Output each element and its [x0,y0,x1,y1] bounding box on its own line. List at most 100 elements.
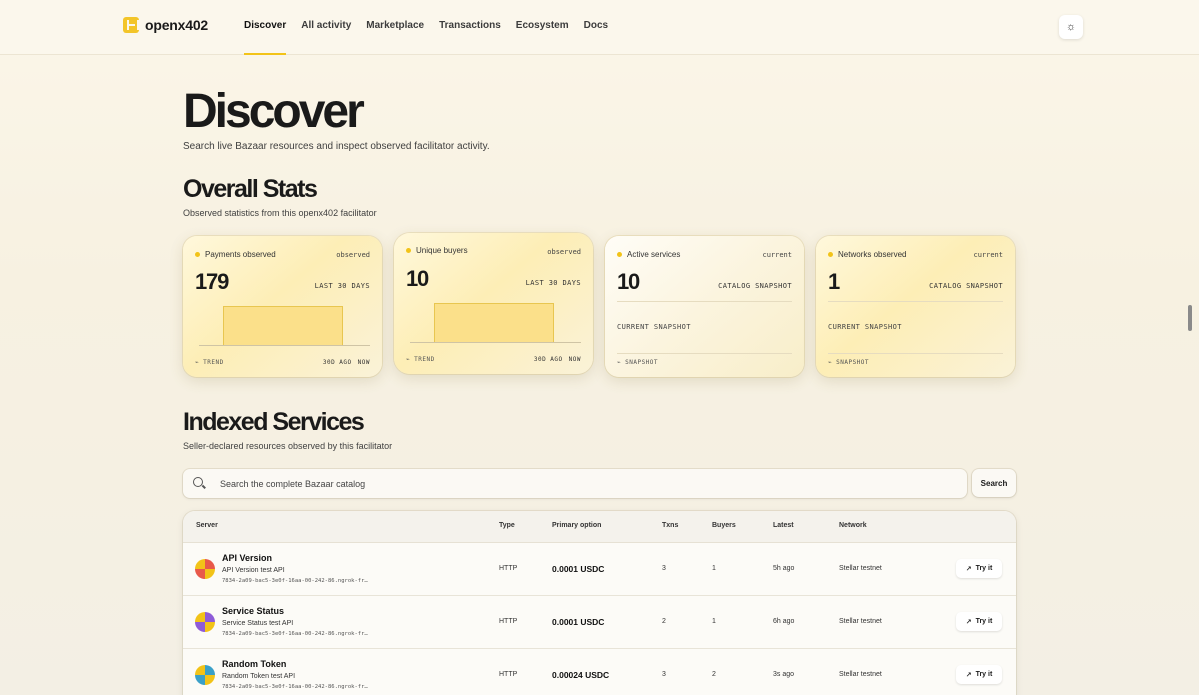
nav-all-activity[interactable]: All activity [301,0,351,55]
service-latest: 6h ago [773,618,795,625]
try-it-button[interactable]: ↗ Try it [956,665,1002,684]
nav-discover[interactable]: Discover [244,0,287,55]
nav-marketplace[interactable]: Marketplace [366,0,424,55]
service-buyers: 1 [712,565,716,572]
stat-value: 10 [406,266,429,291]
arrow-up-right-icon: ↗ [965,618,972,626]
try-it-button[interactable]: ↗ Try it [956,612,1002,631]
trend-bar [223,306,343,346]
col-server[interactable]: Server [196,522,218,529]
service-txns: 2 [662,618,666,625]
service-url: 7834-2a09-bac5-3e0f-16aa-00-242-86.ngrok… [222,631,368,637]
try-it-button[interactable]: ↗ Try it [956,559,1002,578]
service-type: HTTP [499,671,518,678]
snapshot-label: CURRENT SNAPSHOT [617,323,691,331]
service-name[interactable]: Service Status [222,606,284,616]
stat-foot-label: TREND [414,356,435,363]
table-row[interactable]: Service Status Service Status test API 7… [183,596,1016,649]
stat-label: Networks observed [838,250,907,259]
service-type: HTTP [499,618,518,625]
service-description: Service Status test API [222,620,294,627]
stat-period: LAST 30 DAYS [314,282,370,290]
table-header: Server Type Primary option Txns Buyers L… [183,511,1016,543]
stat-card-active-services: Active services current 10 CATALOG SNAPS… [605,236,804,377]
trend-icon: ⌁ [828,359,833,366]
stat-value: 179 [195,269,229,294]
page-scrollbar[interactable] [1188,305,1192,331]
trend-icon: ⌁ [406,356,411,363]
brand-logo[interactable]: openx402 [123,17,208,33]
card-divider [617,301,792,302]
service-buyers: 1 [712,618,716,625]
service-avatar [195,612,215,632]
col-primary-option[interactable]: Primary option [552,522,601,529]
main-nav: Discover All activity Marketplace Transa… [244,0,608,55]
col-type[interactable]: Type [499,522,515,529]
stat-label: Payments observed [205,250,276,259]
stat-period: LAST 30 DAYS [525,279,581,287]
service-network: Stellar testnet [839,565,882,572]
snapshot-label: CURRENT SNAPSHOT [828,323,902,331]
catalog-search-input[interactable] [220,469,950,498]
col-buyers[interactable]: Buyers [712,522,736,529]
services-heading: Indexed Services [183,408,365,436]
top-nav-bar: openx402 Discover All activity Marketpla… [0,0,1199,55]
trend-end-label: NOW [568,356,581,363]
theme-toggle-button[interactable]: ☼ [1059,15,1083,39]
service-type: HTTP [499,565,518,572]
catalog-search-box [183,469,967,498]
logo-icon [123,17,139,33]
stats-subtitle: Observed statistics from this openx402 f… [183,208,377,218]
arrow-up-right-icon: ↗ [965,671,972,679]
status-dot-icon [406,248,411,253]
col-latest[interactable]: Latest [773,522,794,529]
nav-ecosystem[interactable]: Ecosystem [516,0,569,55]
service-latest: 3s ago [773,671,795,678]
service-url: 7834-2a09-bac5-3e0f-16aa-00-242-86.ngrok… [222,684,368,690]
table-row[interactable]: Random Token Random Token test API 7834-… [183,649,1016,695]
stat-tag: current [973,251,1003,259]
service-buyers: 2 [712,671,716,678]
service-avatar [195,665,215,685]
col-network[interactable]: Network [839,522,867,529]
search-button[interactable]: Search [972,469,1016,497]
service-description: Random Token test API [222,673,296,680]
try-it-label: Try it [975,618,993,625]
stat-value: 10 [617,269,640,294]
card-divider [828,301,1003,302]
stat-foot-label: SNAPSHOT [625,359,659,366]
service-txns: 3 [662,671,666,678]
stat-card-payments: Payments observed observed 179 LAST 30 D… [183,236,382,377]
stat-period: CATALOG SNAPSHOT [929,282,1003,290]
col-txns[interactable]: Txns [662,522,678,529]
stat-card-buyers: Unique buyers observed 10 LAST 30 DAYS ⌁… [394,233,593,374]
arrow-up-right-icon: ↗ [965,565,972,573]
service-price: 0.0001 USDC [552,617,605,627]
sun-icon: ☼ [1065,21,1077,33]
service-avatar [195,559,215,579]
service-network: Stellar testnet [839,671,882,678]
brand-name: openx402 [145,17,208,33]
trend-start-label: 30D AGO [322,359,352,366]
service-description: API Version test API [222,567,285,574]
trend-icon: ⌁ [195,359,200,366]
services-subtitle: Seller-declared resources observed by th… [183,441,393,451]
trend-baseline [199,345,370,346]
trend-icon: ⌁ [617,359,622,366]
status-dot-icon [828,252,833,257]
stat-label: Active services [627,250,681,259]
nav-docs[interactable]: Docs [584,0,608,55]
service-name[interactable]: Random Token [222,659,286,669]
table-row[interactable]: API Version API Version test API 7834-2a… [183,543,1016,596]
service-price: 0.00024 USDC [552,670,610,680]
service-latest: 5h ago [773,565,795,572]
stat-tag: observed [547,248,581,256]
stat-foot-label: SNAPSHOT [836,359,870,366]
service-name[interactable]: API Version [222,553,272,563]
try-it-label: Try it [975,671,993,678]
service-url: 7834-2a09-bac5-3e0f-16aa-00-242-86.ngrok… [222,578,368,584]
nav-transactions[interactable]: Transactions [439,0,501,55]
status-dot-icon [195,252,200,257]
page-subtitle: Search live Bazaar resources and inspect… [183,141,490,152]
card-divider [828,353,1003,354]
